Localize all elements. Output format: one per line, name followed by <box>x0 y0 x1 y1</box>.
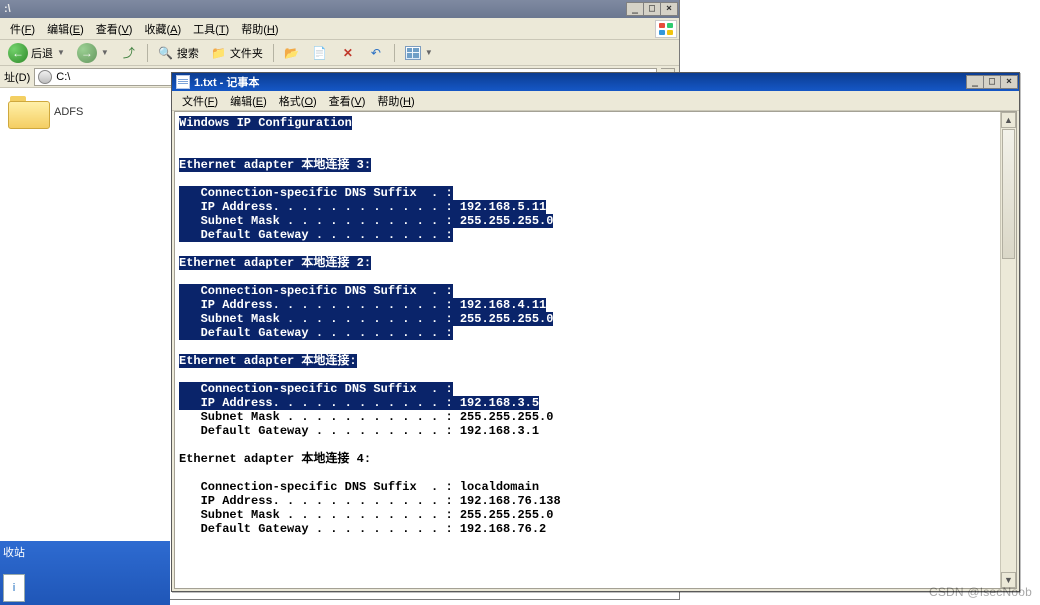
sel-line: Default Gateway . . . . . . . . . : <box>179 326 453 340</box>
close-button[interactable]: × <box>1000 75 1018 89</box>
delete-button[interactable]: ✕ <box>336 43 360 63</box>
folders-button[interactable]: 📁文件夹 <box>207 43 267 63</box>
sel-line: IP Address. . . . . . . . . . . . : 192.… <box>179 396 539 410</box>
explorer-toolbar: ←后退▼ →▼ ⤴ 🔍搜索 📁文件夹 📂 📄 ✕ ↶ ▼ <box>0 40 679 66</box>
sel-line: Connection-specific DNS Suffix . : <box>179 284 453 298</box>
sel-line: Ethernet adapter 本地连接 3: <box>179 158 371 172</box>
menu-help[interactable]: 帮助(H) <box>235 19 284 39</box>
sel-line: Subnet Mask . . . . . . . . . . . : 255.… <box>179 312 553 326</box>
notepad-window: 1.txt - 记事本 _ □ × 文件(F) 编辑(E) 格式(O) 查看(V… <box>171 72 1020 592</box>
copy-to-button[interactable]: 📄 <box>308 43 332 63</box>
explorer-titlebar[interactable]: :\ _ □ × <box>0 0 679 18</box>
windows-logo-icon <box>655 20 677 38</box>
folder-label: ADFS <box>54 106 83 118</box>
sel-line: Connection-specific DNS Suffix . : <box>179 382 453 396</box>
menu-tools[interactable]: 工具(T) <box>187 19 235 39</box>
np-menu-help[interactable]: 帮助(H) <box>371 91 420 111</box>
watermark: CSDN @IsecNoob <box>929 585 1032 599</box>
address-value: C:\ <box>56 71 70 83</box>
up-button[interactable]: ⤴ <box>117 43 141 63</box>
text-line: IP Address. . . . . . . . . . . . : 192.… <box>179 494 561 508</box>
text-line: Connection-specific DNS Suffix . : local… <box>179 480 539 494</box>
np-menu-view[interactable]: 查看(V) <box>323 91 372 111</box>
sel-line: Connection-specific DNS Suffix . : <box>179 186 453 200</box>
close-button[interactable]: × <box>660 2 678 16</box>
recycle-bin-label: 收站 <box>3 544 25 560</box>
notepad-menubar: 文件(F) 编辑(E) 格式(O) 查看(V) 帮助(H) <box>172 91 1019 111</box>
sel-line: IP Address. . . . . . . . . . . . : 192.… <box>179 298 546 312</box>
folder-item[interactable]: ADFS <box>8 96 138 128</box>
taskbar-item[interactable]: i <box>3 574 25 602</box>
forward-button[interactable]: →▼ <box>73 41 113 65</box>
maximize-button[interactable]: □ <box>643 2 661 16</box>
folder-icon <box>8 96 48 128</box>
views-button[interactable]: ▼ <box>401 44 437 62</box>
address-label: 址(D) <box>4 69 30 85</box>
taskbar-fragment: 收站 i <box>0 541 170 605</box>
np-menu-format[interactable]: 格式(O) <box>273 91 323 111</box>
notepad-icon <box>176 75 190 89</box>
menu-file[interactable]: 件(F) <box>4 19 41 39</box>
search-button[interactable]: 🔍搜索 <box>154 43 203 63</box>
scroll-up-icon[interactable]: ▲ <box>1001 112 1016 128</box>
back-button[interactable]: ←后退▼ <box>4 41 69 65</box>
scrollbar-vertical[interactable]: ▲ ▼ <box>1000 112 1016 588</box>
disk-icon <box>38 70 52 84</box>
explorer-title: :\ <box>4 3 11 15</box>
text-content[interactable]: Windows IP Configuration Ethernet adapte… <box>175 112 1000 588</box>
sel-line: Windows IP Configuration <box>179 116 352 130</box>
sel-line: Ethernet adapter 本地连接: <box>179 354 357 368</box>
text-line: Ethernet adapter 本地连接 4: <box>179 452 371 466</box>
np-menu-file[interactable]: 文件(F) <box>176 91 224 111</box>
move-to-button[interactable]: 📂 <box>280 43 304 63</box>
menu-view[interactable]: 查看(V) <box>90 19 139 39</box>
undo-button[interactable]: ↶ <box>364 43 388 63</box>
notepad-titlebar[interactable]: 1.txt - 记事本 _ □ × <box>172 73 1019 91</box>
explorer-menubar: 件(F) 编辑(E) 查看(V) 收藏(A) 工具(T) 帮助(H) <box>0 18 679 40</box>
np-menu-edit[interactable]: 编辑(E) <box>224 91 273 111</box>
text-line: Subnet Mask . . . . . . . . . . . : 255.… <box>179 508 553 522</box>
text-line: Default Gateway . . . . . . . . . : 192.… <box>179 522 546 536</box>
scroll-thumb[interactable] <box>1002 129 1015 259</box>
minimize-button[interactable]: _ <box>626 2 644 16</box>
sel-line: IP Address. . . . . . . . . . . . : 192.… <box>179 200 546 214</box>
minimize-button[interactable]: _ <box>966 75 984 89</box>
notepad-title: 1.txt - 记事本 <box>194 74 259 90</box>
sel-line: Subnet Mask . . . . . . . . . . . : 255.… <box>179 214 553 228</box>
text-line: Subnet Mask . . . . . . . . . . . : 255.… <box>179 410 553 424</box>
menu-favorites[interactable]: 收藏(A) <box>138 19 187 39</box>
sel-line: Ethernet adapter 本地连接 2: <box>179 256 371 270</box>
sel-line: Default Gateway . . . . . . . . . : <box>179 228 453 242</box>
maximize-button[interactable]: □ <box>983 75 1001 89</box>
text-line: Default Gateway . . . . . . . . . : 192.… <box>179 424 539 438</box>
notepad-body: Windows IP Configuration Ethernet adapte… <box>174 111 1017 589</box>
menu-edit[interactable]: 编辑(E) <box>41 19 90 39</box>
